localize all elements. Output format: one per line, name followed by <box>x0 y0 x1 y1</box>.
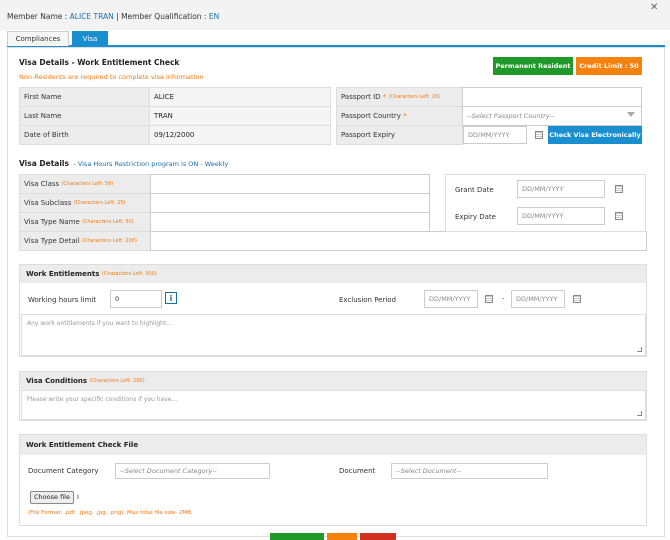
visa-class-label: Visa Class (Characters Left: 50) <box>19 174 151 194</box>
document-label: Document <box>339 467 376 475</box>
file-chosen-text: I <box>77 493 79 501</box>
visa-details-heading: Visa Details - Visa Hours Restriction pr… <box>19 159 228 168</box>
visa-class-input[interactable] <box>150 174 430 194</box>
passport-country-select[interactable]: --Select Passport Country-- <box>462 106 642 126</box>
passport-country-label: Passport Country * <box>336 106 463 126</box>
qualification-value: EN <box>208 12 220 21</box>
visa-conditions-header: Visa Conditions (Characters Left: 200) <box>20 372 646 390</box>
visa-subclass-text: Visa Subclass <box>24 199 72 207</box>
visa-type-name-hint: (Characters Left: 50) <box>81 219 134 225</box>
visa-type-name-text: Visa Type Name <box>24 218 80 226</box>
grant-date-input[interactable]: DD/MM/YYYY <box>517 180 605 198</box>
calendar-icon[interactable] <box>485 295 493 303</box>
file-format-note: (File Format: .pdf, .jpeg, .jpg, .png). … <box>28 510 193 516</box>
resize-handle[interactable] <box>637 347 642 352</box>
visa-type-detail-hint: (Characters Left: 200) <box>81 238 137 244</box>
visa-type-detail-text: Visa Type Detail <box>24 237 80 245</box>
permanent-resident-button[interactable]: Permanent Resident <box>493 57 573 75</box>
grant-date-label: Grant Date <box>455 186 494 194</box>
member-name: ALICE TRAN <box>69 12 114 21</box>
visa-section-title: Visa Details - Work Entitlement Check <box>19 58 180 67</box>
member-info: Member Name : ALICE TRAN | Member Qualif… <box>7 12 219 21</box>
required-mark: * <box>382 93 387 101</box>
close-icon[interactable]: ✕ <box>650 2 658 13</box>
program-status: - Visa Hours Restriction program is ON -… <box>73 160 229 168</box>
document-category-label: Document Category <box>28 467 99 475</box>
working-hours-input[interactable]: 0 <box>110 290 162 308</box>
exclusion-to-input[interactable]: DD/MM/YYYY <box>511 290 565 308</box>
visa-details-title: Visa Details <box>19 159 69 168</box>
passport-country-placeholder: --Select Passport Country-- <box>467 112 555 120</box>
footer-reset-button[interactable] <box>327 533 357 540</box>
credit-limit-button[interactable]: Credit Limit : 50 <box>576 57 642 75</box>
calendar-icon[interactable] <box>615 212 623 220</box>
info-icon[interactable]: i <box>165 292 177 304</box>
first-name-value: ALICE <box>149 87 331 107</box>
visa-conditions-hint: (Characters Left: 200) <box>89 378 145 384</box>
passport-id-text: Passport ID <box>341 93 381 101</box>
range-dash: - <box>502 295 505 303</box>
passport-id-hint: (Characters Left: 20) <box>388 94 441 100</box>
first-name-label: First Name <box>19 87 150 107</box>
expiry-date-label: Expiry Date <box>455 213 496 221</box>
work-entitlements-hint: (Characters Left: 500) <box>101 271 157 277</box>
visa-type-detail-input[interactable] <box>150 231 647 251</box>
working-hours-label: Working hours limit <box>28 296 97 304</box>
dob-value: 09/12/2000 <box>149 125 331 145</box>
exclusion-period-label: Exclusion Period <box>339 296 397 304</box>
work-entitlements-title: Work Entitlements <box>26 270 100 278</box>
visa-conditions-title: Visa Conditions <box>26 377 88 385</box>
tab-compliances[interactable]: Compliances <box>7 31 69 46</box>
visa-subclass-input[interactable] <box>150 193 430 213</box>
visa-conditions-textarea[interactable]: Please write your specific conditions if… <box>21 390 646 420</box>
work-entitlements-textarea[interactable]: Any work entitlements if you want to hig… <box>21 314 646 356</box>
exclusion-from-input[interactable]: DD/MM/YYYY <box>424 290 478 308</box>
visa-type-name-input[interactable] <box>150 212 430 232</box>
visa-class-text: Visa Class <box>24 180 60 188</box>
passport-country-text: Passport Country <box>341 112 401 120</box>
expiry-date-input[interactable]: DD/MM/YYYY <box>517 207 605 225</box>
calendar-icon[interactable] <box>573 295 581 303</box>
passport-id-label: Passport ID * (Characters Left: 20) <box>336 87 463 107</box>
footer-save-button[interactable] <box>270 533 324 540</box>
required-mark: * <box>403 112 407 120</box>
calendar-icon[interactable] <box>615 185 623 193</box>
separator: | <box>113 12 122 21</box>
qualification-label: Member Qualification : <box>121 12 209 21</box>
visa-type-detail-label: Visa Type Detail (Characters Left: 200) <box>19 231 151 251</box>
visa-subclass-hint: (Characters Left: 25) <box>73 200 126 206</box>
dob-label: Date of Birth <box>19 125 150 145</box>
last-name-label: Last Name <box>19 106 150 126</box>
document-select[interactable]: --Select Document-- <box>391 463 548 479</box>
work-entitlements-header: Work Entitlements (Characters Left: 500) <box>20 265 646 283</box>
footer-cancel-button[interactable] <box>360 533 396 540</box>
visa-type-name-label: Visa Type Name (Characters Left: 50) <box>19 212 151 232</box>
tab-bar: Compliances Visa <box>7 30 665 47</box>
calendar-icon[interactable] <box>535 131 543 139</box>
check-file-header: Work Entitlement Check File <box>20 435 646 455</box>
document-category-select[interactable]: --Select Document Category-- <box>115 463 270 479</box>
passport-expiry-label: Passport Expiry <box>336 125 463 145</box>
non-resident-notice: Non-Residents are required to complete v… <box>19 73 204 81</box>
visa-class-hint: (Characters Left: 50) <box>61 181 114 187</box>
resize-handle[interactable] <box>637 411 642 416</box>
visa-subclass-label: Visa Subclass (Characters Left: 25) <box>19 193 151 213</box>
choose-file-button[interactable]: Choose file <box>30 491 74 504</box>
last-name-value: TRAN <box>149 106 331 126</box>
passport-id-input[interactable] <box>462 87 642 107</box>
tab-visa[interactable]: Visa <box>72 31 108 46</box>
check-visa-button[interactable]: Check Visa Electronically <box>548 126 642 144</box>
member-name-label: Member Name : <box>7 12 70 21</box>
chevron-down-icon <box>627 112 635 117</box>
passport-expiry-input[interactable]: DD/MM/YYYY <box>463 126 527 144</box>
